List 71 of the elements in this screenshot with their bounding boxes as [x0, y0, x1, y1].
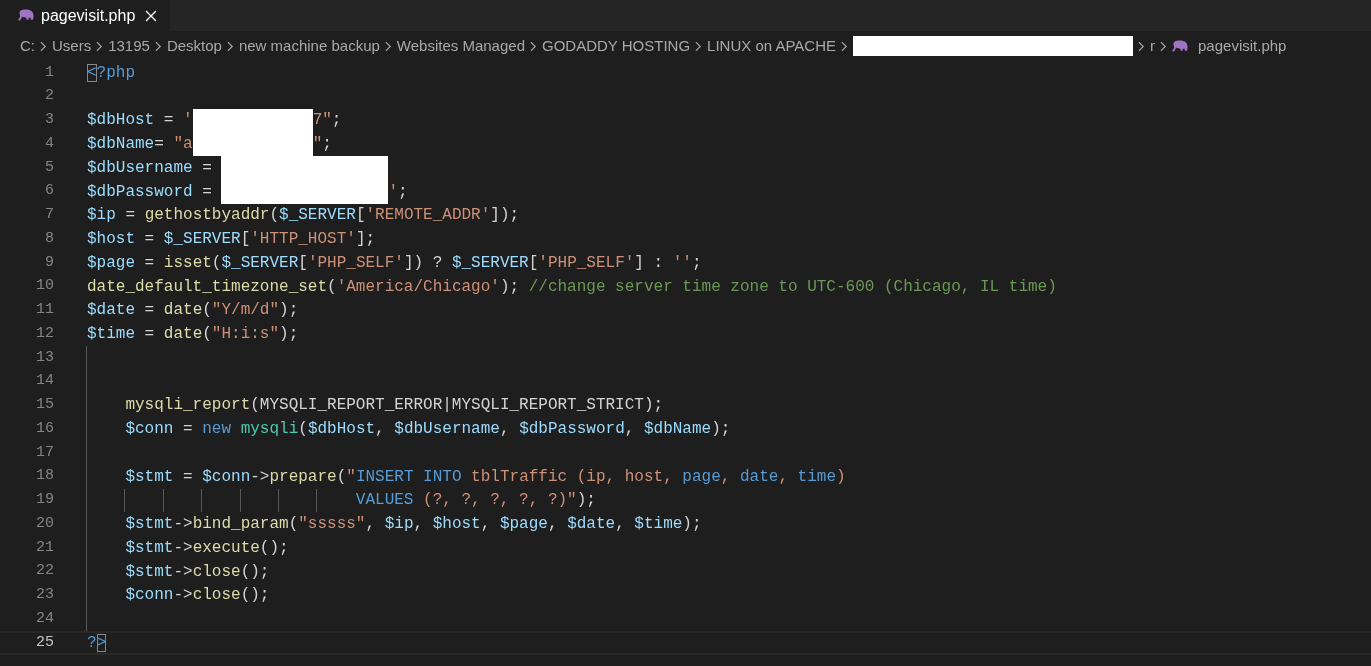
code-text: $stmt->close(); [124, 561, 270, 583]
line-number: 24 [35, 608, 54, 629]
code-text: $page = isset($_SERVER['PHP_SELF']) ? $_SERVER['PHP_SELF'] : ''; [87, 252, 702, 274]
chevron-icon [96, 40, 104, 52]
code-text: 7"; [312, 110, 342, 132]
line-number: 5 [44, 157, 54, 178]
line-number: 13 [35, 347, 54, 368]
chevron-icon [154, 40, 162, 52]
breadcrumb-item[interactable]: C: [20, 34, 35, 58]
line-number: 12 [35, 323, 54, 344]
chevron-icon [40, 40, 47, 52]
breadcrumb-item[interactable]: pagevisit.php [1198, 34, 1287, 58]
elephant-icon [1172, 39, 1189, 53]
breadcrumb-item[interactable]: LINUX on APACHE [707, 34, 836, 58]
line-number: 11 [35, 300, 54, 321]
line-number: 20 [35, 513, 54, 534]
line-number: 21 [35, 537, 54, 558]
chevron-icon [384, 40, 392, 52]
code-text: "; [312, 134, 332, 156]
chevron-icon [226, 40, 234, 52]
breadcrumb-item[interactable]: 13195 [108, 34, 150, 58]
line-number: 23 [35, 585, 54, 606]
code-text: $stmt = $conn->prepare("INSERT INTO tblTraffic (ip, host, page, date, time) [124, 466, 846, 488]
line-number: 16 [35, 418, 54, 439]
chevron-icon [841, 40, 848, 52]
line-number: 1 [44, 62, 54, 83]
code-text: $conn->close(); [124, 585, 270, 607]
chevron-icon [1138, 40, 1145, 52]
code-text: $host = $_SERVER['HTTP_HOST']; [87, 229, 376, 251]
line-number: 17 [35, 442, 54, 463]
line-number: 18 [35, 466, 54, 487]
code-text: date_default_timezone_set('America/Chicago'); //change server time zone to UTC-600 (Chicago, IL time) [87, 276, 1057, 298]
code-text: VALUES (?, ?, ?, ?, ?)"); [354, 490, 596, 512]
line-number: 3 [44, 110, 54, 131]
line-number: 8 [44, 228, 54, 249]
line-number: 22 [35, 561, 54, 582]
code-text: mysqli_report(MYSQLI_REPORT_ERROR|MYSQLI_REPORT_STRICT); [124, 395, 664, 417]
code-text: $stmt->bind_param("sssss", $ip, $host, $page, $date, $time); [124, 514, 702, 536]
breadcrumb-item[interactable]: Users [52, 34, 92, 58]
line-number: 15 [35, 395, 54, 416]
code-text: $conn = new mysqli($dbHost, $dbUsername, $dbPassword, $dbName); [124, 419, 731, 441]
breadcrumb-item[interactable]: new machine backup [238, 34, 380, 58]
code-text: $dbUsername = [87, 157, 213, 179]
line-number: 4 [44, 133, 54, 154]
line-number: 10 [35, 276, 54, 297]
line-number: 25 [35, 632, 54, 653]
breadcrumb-item[interactable]: GODADDY HOSTING [542, 34, 691, 58]
line-number: 9 [44, 252, 54, 273]
chevron-icon [530, 40, 537, 52]
chevron-icon [1160, 40, 1167, 52]
line-number: 2 [44, 86, 54, 107]
code-text: $date = date("Y/m/d"); [87, 300, 299, 322]
code-text: ?> [87, 632, 107, 654]
code-text: $ip = gethostbyaddr($_SERVER['REMOTE_ADDR']); [87, 205, 520, 227]
close-icon[interactable] [145, 9, 158, 22]
chevron-icon [695, 40, 703, 52]
editor-tab[interactable]: pagevisit.php [0, 0, 170, 31]
elephant-icon [18, 9, 35, 22]
code-text: $time = date("H:i:s"); [87, 324, 299, 346]
code-text: $dbName= "a [87, 134, 193, 156]
breadcrumb-item[interactable]: Desktop [166, 34, 222, 58]
breadcrumb-item[interactable]: Websites Managed [396, 34, 525, 58]
code-text: $stmt->execute(); [124, 537, 289, 559]
line-number: 19 [35, 490, 54, 511]
code-text: $dbPassword = [87, 181, 213, 203]
line-number: 6 [44, 181, 54, 202]
breadcrumb-item[interactable]: r [1150, 34, 1155, 58]
line-number: 7 [44, 205, 54, 226]
code-text: '; [388, 181, 408, 203]
code-text: $dbHost = ' [87, 110, 193, 132]
line-number: 14 [35, 371, 54, 392]
